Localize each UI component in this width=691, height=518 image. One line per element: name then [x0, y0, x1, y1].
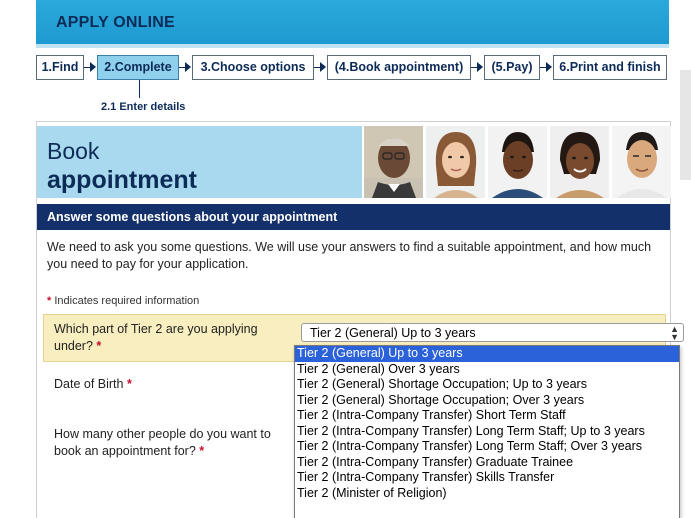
step-arrow-icon [320, 62, 326, 72]
section-heading: Answer some questions about your appoint… [37, 204, 670, 230]
page: APPLY ONLINE 1.Find 2.Complete 3.Choose … [0, 0, 691, 518]
tier-part-select[interactable]: Tier 2 (General) Up to 3 years ▲ ▼ [301, 323, 684, 342]
required-star: * [123, 377, 132, 391]
dropdown-option[interactable]: Tier 2 (Intra-Company Transfer) Long Ter… [295, 424, 679, 440]
photo-young-woman [426, 126, 485, 198]
step-complete[interactable]: 2.Complete [97, 55, 179, 80]
step-arrow-icon [185, 62, 191, 72]
required-star: * [195, 444, 205, 458]
question-dob-label: Date of Birth * [54, 376, 132, 393]
dropdown-option[interactable]: Tier 2 (General) Shortage Occupation; Ov… [295, 393, 679, 409]
dropdown-option[interactable]: Tier 2 (Minister of Religion) [295, 486, 679, 502]
page-title-line1: Book [47, 138, 100, 164]
question-others-label: How many other people do you want to boo… [54, 426, 289, 460]
photo-man [612, 126, 671, 198]
required-info-note: * Indicates required information [47, 295, 199, 307]
banner-edge [36, 44, 669, 48]
step-book-appointment[interactable]: (4.Book appointment) [327, 55, 471, 80]
dropdown-option[interactable]: Tier 2 (Intra-Company Transfer) Long Ter… [295, 439, 679, 455]
step-arrow-icon [90, 62, 96, 72]
dropdown-option[interactable]: Tier 2 (General) Up to 3 years [295, 346, 679, 362]
banner-title: APPLY ONLINE [56, 14, 175, 31]
question-tier-part-label: Which part of Tier 2 are you applying un… [54, 321, 284, 355]
people-photo-strip [364, 126, 671, 198]
step-find[interactable]: 1.Find [36, 55, 84, 80]
photo-older-man [364, 126, 423, 198]
select-arrows-icon: ▲ ▼ [670, 324, 679, 342]
step-arrow-icon [546, 62, 552, 72]
question-tier-part-text: Which part of Tier 2 are you applying un… [54, 322, 258, 353]
step-pay[interactable]: (5.Pay) [484, 55, 540, 80]
tier-part-select-value: Tier 2 (General) Up to 3 years [310, 326, 476, 340]
required-info-text: Indicates required information [51, 295, 200, 307]
dropdown-option[interactable]: Tier 2 (Intra-Company Transfer) Skills T… [295, 470, 679, 486]
apply-online-banner: APPLY ONLINE [36, 0, 669, 47]
dropdown-option[interactable]: Tier 2 (Intra-Company Transfer) Short Te… [295, 408, 679, 424]
substep-connector [139, 80, 140, 98]
photo-young-man [488, 126, 547, 198]
substep-enter-details[interactable]: 2.1 Enter details [101, 101, 185, 113]
progress-steps: 1.Find 2.Complete 3.Choose options (4.Bo… [36, 55, 676, 80]
dropdown-option[interactable]: Tier 2 (General) Over 3 years [295, 362, 679, 378]
photo-woman [550, 126, 609, 198]
page-title-line2: appointment [47, 166, 197, 194]
required-star: * [92, 339, 102, 353]
side-strip [680, 70, 691, 180]
question-dob-text: Date of Birth [54, 377, 124, 391]
intro-text: We need to ask you some questions. We wi… [47, 240, 652, 271]
page-title-box: Book appointment [37, 126, 362, 198]
dropdown-option[interactable]: Tier 2 (Intra-Company Transfer) Graduate… [295, 455, 679, 471]
tier-part-dropdown-list[interactable]: Tier 2 (General) Up to 3 years Tier 2 (G… [294, 345, 680, 518]
question-others-text: How many other people do you want to boo… [54, 427, 271, 458]
step-choose-options[interactable]: 3.Choose options [192, 55, 314, 80]
step-arrow-icon [477, 62, 483, 72]
step-print-and-finish[interactable]: 6.Print and finish [553, 55, 667, 80]
dropdown-option[interactable]: Tier 2 (General) Shortage Occupation; Up… [295, 377, 679, 393]
